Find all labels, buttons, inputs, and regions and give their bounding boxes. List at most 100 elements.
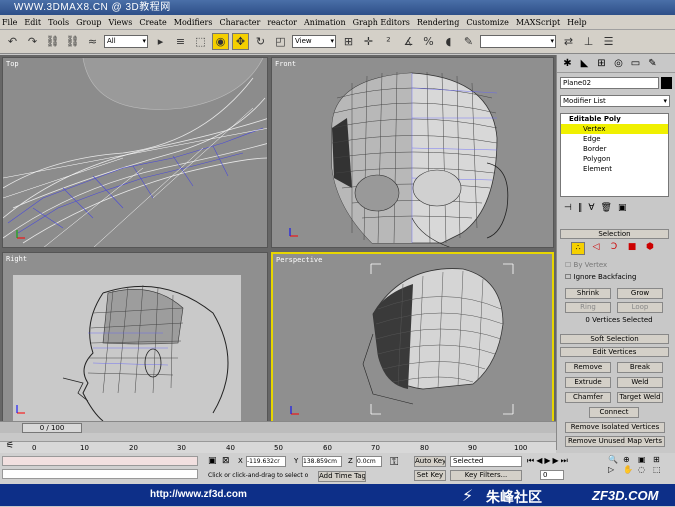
motion-tab-icon[interactable]: ◎: [611, 57, 626, 71]
menu-tools[interactable]: Tools: [48, 18, 69, 27]
time-slider-track[interactable]: 0 / 100: [0, 421, 556, 433]
menu-customize[interactable]: Customize: [466, 18, 509, 27]
polygon-mode-icon[interactable]: ■: [625, 242, 639, 255]
pivot-center-icon[interactable]: ⊞: [340, 33, 357, 50]
select-by-name-icon[interactable]: ≡: [172, 33, 189, 50]
current-frame-field[interactable]: 0: [540, 470, 564, 480]
go-to-start-icon[interactable]: ⏮: [527, 456, 534, 466]
ref-coord-dropdown[interactable]: View: [292, 35, 336, 48]
object-color-swatch[interactable]: [661, 77, 672, 89]
menu-modifiers[interactable]: Modifiers: [174, 18, 213, 27]
select-scale-icon[interactable]: ◰: [272, 33, 289, 50]
menu-character[interactable]: Character: [219, 18, 260, 27]
menu-create[interactable]: Create: [139, 18, 166, 27]
menu-maxscript[interactable]: MAXScript: [516, 18, 560, 27]
loop-button[interactable]: Loop: [617, 302, 663, 313]
field-of-view-icon[interactable]: ▷: [608, 465, 622, 474]
viewport-front[interactable]: Front: [271, 57, 554, 248]
angle-snap-icon[interactable]: ∡: [400, 33, 417, 50]
absolute-mode-icon[interactable]: ⊠: [222, 456, 230, 466]
curve-editor-icon[interactable]: ⚟: [6, 441, 14, 451]
align-icon[interactable]: ⊥: [580, 33, 597, 50]
break-button[interactable]: Break: [617, 362, 663, 373]
rect-selection-icon[interactable]: ⬚: [192, 33, 209, 50]
modify-tab-icon[interactable]: ◣: [577, 57, 592, 71]
menu-file[interactable]: File: [2, 18, 17, 27]
select-rotate-icon[interactable]: ↻: [252, 33, 269, 50]
previous-frame-icon[interactable]: ◀: [536, 456, 542, 466]
maxscript-mini-input[interactable]: [2, 469, 198, 479]
time-slider-thumb[interactable]: 0 / 100: [22, 423, 82, 433]
select-manipulate-icon[interactable]: ✛: [360, 33, 377, 50]
maxscript-listener[interactable]: [2, 456, 198, 466]
selection-filter-dropdown[interactable]: All: [104, 35, 148, 48]
edit-vertices-rollout-header[interactable]: Edit Vertices: [560, 347, 669, 357]
menu-help[interactable]: Help: [567, 18, 586, 27]
vertex-mode-icon[interactable]: ∴: [571, 242, 585, 255]
weld-button[interactable]: Weld: [617, 377, 663, 388]
select-move-icon[interactable]: ✥: [232, 33, 249, 50]
undo-icon[interactable]: ↶: [4, 33, 21, 50]
modifier-list-dropdown[interactable]: Modifier List ▾: [560, 95, 670, 107]
menu-reactor[interactable]: reactor: [267, 18, 297, 27]
edge-mode-icon[interactable]: ◁: [589, 242, 603, 255]
pan-icon[interactable]: ✋: [623, 465, 637, 474]
zoom-extents-icon[interactable]: ▣: [638, 455, 652, 464]
stack-item-polygon[interactable]: Polygon: [561, 154, 668, 164]
spinner-snap-icon[interactable]: ◖: [440, 33, 457, 50]
ring-button[interactable]: Ring: [565, 302, 611, 313]
percent-snap-icon[interactable]: %: [420, 33, 437, 50]
arc-rotate-icon[interactable]: ◌: [638, 465, 652, 474]
grow-button[interactable]: Grow: [617, 288, 663, 299]
key-mode-dropdown[interactable]: Selected: [450, 456, 522, 467]
chamfer-button[interactable]: Chamfer: [565, 392, 611, 403]
menu-animation[interactable]: Animation: [304, 18, 346, 27]
redo-icon[interactable]: ↷: [24, 33, 41, 50]
stack-item-vertex[interactable]: Vertex: [561, 124, 668, 134]
border-mode-icon[interactable]: Ͻ: [607, 242, 621, 255]
menu-graph-editors[interactable]: Graph Editors: [353, 18, 410, 27]
x-coordinate-field[interactable]: -119.632cr: [246, 456, 286, 467]
shrink-button[interactable]: Shrink: [565, 288, 611, 299]
z-coordinate-field[interactable]: 0.0cm: [356, 456, 382, 467]
stack-item-edge[interactable]: Edge: [561, 134, 668, 144]
zoom-all-icon[interactable]: ⊕: [623, 455, 637, 464]
named-selection-icon[interactable]: ✎: [460, 33, 477, 50]
auto-key-button[interactable]: Auto Key: [414, 456, 446, 467]
go-to-end-icon[interactable]: ⏭: [561, 456, 568, 466]
menu-views[interactable]: Views: [108, 18, 132, 27]
link-icon[interactable]: ⛓: [44, 33, 61, 50]
named-selection-sets[interactable]: [480, 35, 556, 48]
y-coordinate-field[interactable]: 138.859cm: [302, 456, 342, 467]
viewport-right[interactable]: Right: [2, 252, 268, 424]
stack-item-element[interactable]: Element: [561, 164, 668, 174]
viewport-top[interactable]: Top: [2, 57, 268, 248]
set-key-button[interactable]: Set Key: [414, 470, 446, 481]
layer-manager-icon[interactable]: ☰: [600, 33, 617, 50]
unlink-icon[interactable]: ⛓: [64, 33, 81, 50]
connect-button[interactable]: Connect: [589, 407, 639, 418]
menu-rendering[interactable]: Rendering: [417, 18, 459, 27]
display-tab-icon[interactable]: ▭: [628, 57, 643, 71]
timeline[interactable]: ⚟ 0 10 20 30 40 50 60 70 80 90 100: [0, 441, 556, 453]
remove-button[interactable]: Remove: [565, 362, 611, 373]
create-tab-icon[interactable]: ✱: [560, 57, 575, 71]
element-mode-icon[interactable]: ⬢: [643, 242, 657, 255]
mirror-icon[interactable]: ⇄: [560, 33, 577, 50]
stack-root[interactable]: Editable Poly: [561, 114, 668, 124]
key-filters-button[interactable]: Key Filters...: [450, 470, 522, 481]
menu-edit[interactable]: Edit: [24, 18, 41, 27]
lock-selection-icon[interactable]: ▣: [208, 456, 217, 466]
bind-space-warp-icon[interactable]: ≈: [84, 33, 101, 50]
configure-sets-icon[interactable]: ▣: [618, 203, 627, 213]
play-icon[interactable]: ▶: [544, 456, 550, 466]
hierarchy-tab-icon[interactable]: ⊞: [594, 57, 609, 71]
remove-modifier-icon[interactable]: 🗑: [601, 203, 612, 213]
pin-stack-icon[interactable]: ⊣: [564, 203, 572, 213]
menu-group[interactable]: Group: [76, 18, 101, 27]
stack-item-border[interactable]: Border: [561, 144, 668, 154]
remove-unused-map-verts-button[interactable]: Remove Unused Map Verts: [565, 436, 665, 447]
extrude-button[interactable]: Extrude: [565, 377, 611, 388]
snap-toggle-icon[interactable]: ²: [380, 33, 397, 50]
show-end-result-icon[interactable]: ‖: [578, 203, 583, 213]
